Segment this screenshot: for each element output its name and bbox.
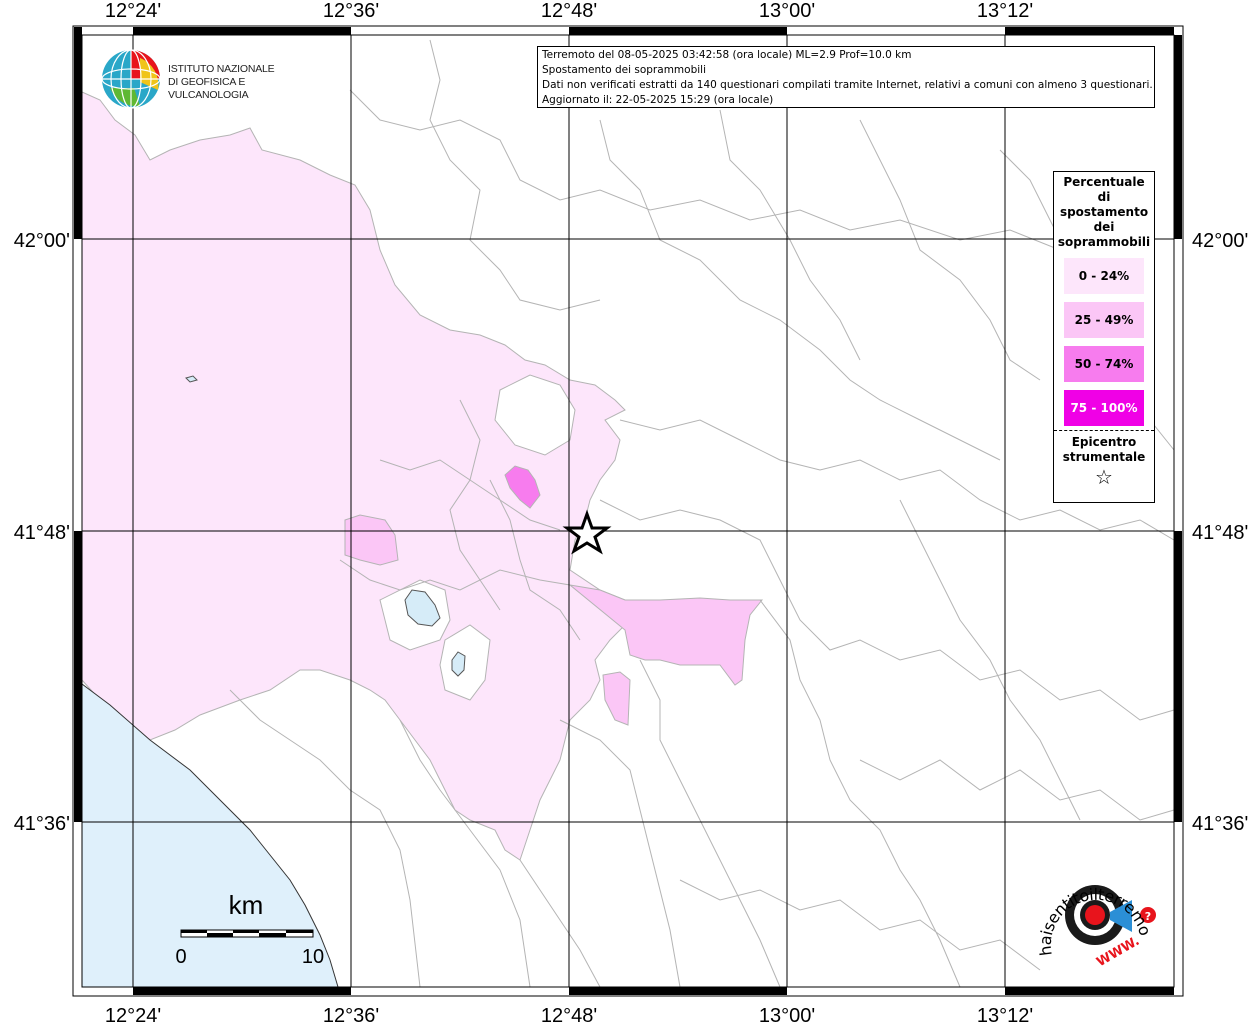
lon-label-bottom-4: 13°00' [759,1005,815,1024]
info-line-3: Dati non verificati estratti da 140 ques… [542,79,1153,91]
legend-label-4: 75 - 100% [1070,401,1138,415]
logo-line-1: ISTITUTO NAZIONALE [168,63,275,75]
scale-max: 10 [302,946,324,968]
lon-label-bottom-3: 12°48' [541,1005,597,1024]
legend-swatch-3: 50 - 74% [1064,346,1144,382]
info-line-4: Aggiornato il: 22-05-2025 15:29 (ora loc… [542,94,774,106]
legend-title: Percentuale di spostamento dei soprammob… [1057,175,1151,249]
lon-label-bottom-1: 12°24' [105,1005,161,1024]
lat-label-left-1: 42°00' [14,230,70,252]
legend-label-3: 50 - 74% [1074,357,1134,371]
lat-label-right-3: 41°36' [1192,813,1248,835]
lon-label-bottom-5: 13°12' [977,1005,1033,1024]
legend-star-icon: ☆ [1095,465,1113,489]
legend-label-2: 25 - 49% [1074,313,1134,327]
info-box: Terremoto del 08-05-2025 03:42:58 (ora l… [537,46,1155,108]
lat-label-right-2: 41°48' [1192,522,1248,544]
map-canvas: 12°24' 12°36' 12°48' 13°00' 13°12' 12°24… [0,0,1248,1024]
lon-label-top-1: 12°24' [105,0,161,22]
info-line-1: Terremoto del 08-05-2025 03:42:58 (ora l… [542,49,912,61]
legend-label-1: 0 - 24% [1078,269,1130,283]
lon-label-top-5: 13°12' [977,0,1033,22]
legend: Percentuale di spostamento dei soprammob… [1053,171,1155,503]
scale-unit: km [229,890,264,920]
legend-swatch-1: 0 - 24% [1064,258,1144,294]
globe-icon [101,49,161,109]
lon-label-top-2: 12°36' [323,0,379,22]
lat-label-right-1: 42°00' [1192,230,1248,252]
lon-label-bottom-2: 12°36' [323,1005,379,1024]
legend-epicenter-label: Epicentro strumentale [1062,435,1146,464]
lat-label-left-2: 41°48' [14,522,70,544]
lon-label-top-4: 13°00' [759,0,815,22]
lon-label-top-3: 12°48' [541,0,597,22]
lat-label-left-3: 41°36' [14,813,70,835]
scale-min: 0 [175,946,186,968]
legend-separator [1054,430,1154,431]
info-line-2: Spostamento dei soprammobili [542,64,706,76]
logo-line-2: DI GEOFISICA E VULCANOLOGIA [168,76,249,101]
ingv-logo: ISTITUTO NAZIONALE DI GEOFISICA E VULCAN… [100,48,320,110]
legend-swatch-2: 25 - 49% [1064,302,1144,338]
legend-swatch-4: 75 - 100% [1064,390,1144,426]
